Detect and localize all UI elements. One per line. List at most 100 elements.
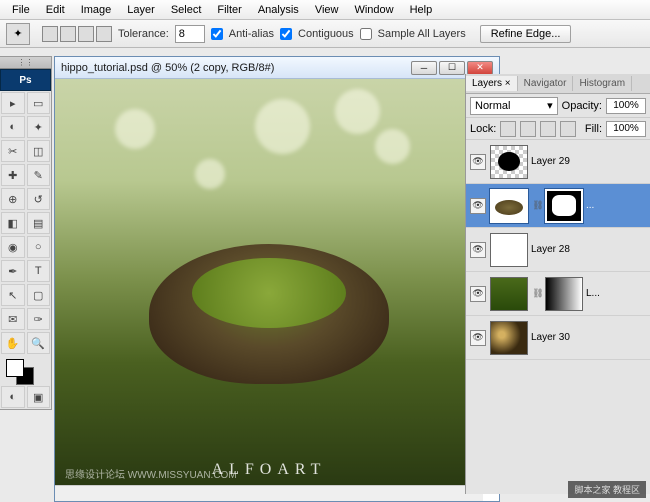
lock-row: Lock: Fill: 100% [466,118,650,140]
link-icon[interactable]: ⛓ [533,284,543,304]
slice-tool-icon[interactable]: ◫ [27,140,51,162]
lock-position-icon[interactable] [540,121,556,137]
layer-row[interactable]: 👁 Layer 30 [466,316,650,360]
fill-input[interactable]: 100% [606,121,646,137]
type-tool-icon[interactable]: T [27,260,51,282]
toolbox: ⋮⋮ Ps ▸ ▭ ◐ ✦ ✂ ◫ ✚ ✎ ⊕ ↺ ◧ ▤ ◉ ○ ✒ T ↖ … [0,56,52,410]
layer-thumbnail[interactable] [490,233,528,267]
tab-layers[interactable]: Layers × [466,76,518,91]
stamp-tool-icon[interactable]: ⊕ [1,188,25,210]
layer-thumbnail[interactable] [490,189,528,223]
layer-mask-thumbnail[interactable] [545,277,583,311]
toolbox-grip[interactable]: ⋮⋮ [0,57,51,69]
refine-edge-button[interactable]: Refine Edge... [480,25,572,43]
layer-name[interactable]: Layer 29 [531,156,646,167]
blend-mode-select[interactable]: Normal ▾ [470,97,558,115]
selection-subtract-icon[interactable] [78,26,94,42]
lasso-tool-icon[interactable]: ◐ [1,116,25,138]
layer-row[interactable]: 👁 ⛓ L... [466,272,650,316]
layer-row[interactable]: 👁 Layer 29 [466,140,650,184]
selection-intersect-icon[interactable] [96,26,112,42]
menu-layer[interactable]: Layer [119,2,163,18]
horizontal-scrollbar[interactable] [55,485,483,501]
visibility-toggle-icon[interactable]: 👁 [470,286,486,302]
path-tool-icon[interactable]: ↖ [1,284,25,306]
workspace: ⋮⋮ Ps ▸ ▭ ◐ ✦ ✂ ◫ ✚ ✎ ⊕ ↺ ◧ ▤ ◉ ○ ✒ T ↖ … [0,48,650,502]
crop-tool-icon[interactable]: ✂ [1,140,25,162]
visibility-toggle-icon[interactable]: 👁 [470,198,486,214]
menu-analysis[interactable]: Analysis [250,2,307,18]
menu-view[interactable]: View [307,2,347,18]
canvas[interactable]: 思缘设计论坛 WWW.MISSYUAN.COM ALFOART [55,79,483,485]
layer-thumbnail[interactable] [490,277,528,311]
chevron-down-icon: ▾ [547,99,553,112]
zoom-tool-icon[interactable]: 🔍 [27,332,51,354]
brush-tool-icon[interactable]: ✎ [27,164,51,186]
eraser-tool-icon[interactable]: ◧ [1,212,25,234]
layer-name[interactable]: Layer 28 [531,244,646,255]
maximize-button[interactable]: ☐ [439,61,465,75]
quickmask-icon[interactable]: ◐ [1,386,25,408]
screenmode-icon[interactable]: ▣ [27,386,51,408]
gradient-tool-icon[interactable]: ▤ [27,212,51,234]
minimize-button[interactable]: ─ [411,61,437,75]
selection-add-icon[interactable] [60,26,76,42]
selection-new-icon[interactable] [42,26,58,42]
visibility-toggle-icon[interactable]: 👁 [470,330,486,346]
eyedropper-tool-icon[interactable]: ✑ [27,308,51,330]
marquee-tool-icon[interactable]: ▭ [27,92,51,114]
link-icon[interactable]: ⛓ [533,196,543,216]
lock-all-icon[interactable] [560,121,576,137]
blur-tool-icon[interactable]: ◉ [1,236,25,258]
layer-name[interactable]: ... [586,200,646,211]
tab-histogram[interactable]: Histogram [573,76,632,91]
document-titlebar[interactable]: hippo_tutorial.psd @ 50% (2 copy, RGB/8#… [55,57,499,79]
sample-all-checkbox[interactable] [360,28,372,40]
close-button[interactable]: ✕ [467,61,493,75]
footer-badge: 脚本之家 教程区 [568,481,646,498]
blend-opacity-row: Normal ▾ Opacity: 100% [466,94,650,118]
hand-tool-icon[interactable]: ✋ [1,332,25,354]
menu-select[interactable]: Select [163,2,210,18]
menu-help[interactable]: Help [402,2,441,18]
pen-tool-icon[interactable]: ✒ [1,260,25,282]
layer-row[interactable]: 👁 Layer 28 [466,228,650,272]
layers-list[interactable]: 👁 Layer 29 👁 ⛓ ... 👁 Layer 28 👁 ⛓ [466,140,650,490]
layer-name[interactable]: Layer 30 [531,332,646,343]
menu-edit[interactable]: Edit [38,2,73,18]
menu-filter[interactable]: Filter [209,2,249,18]
layer-name[interactable]: L... [586,288,646,299]
foreground-color-swatch[interactable] [6,359,24,377]
heal-tool-icon[interactable]: ✚ [1,164,25,186]
history-brush-icon[interactable]: ↺ [27,188,51,210]
layer-thumbnail[interactable] [490,321,528,355]
visibility-toggle-icon[interactable]: 👁 [470,242,486,258]
notes-tool-icon[interactable]: ✉ [1,308,25,330]
layer-mask-thumbnail[interactable] [545,189,583,223]
opacity-input[interactable]: 100% [606,98,646,114]
antialias-label: Anti-alias [229,28,274,40]
menu-file[interactable]: File [4,2,38,18]
antialias-checkbox[interactable] [211,28,223,40]
selection-mode-group [42,26,112,42]
menu-image[interactable]: Image [73,2,120,18]
document-window: hippo_tutorial.psd @ 50% (2 copy, RGB/8#… [54,56,500,502]
lock-transparency-icon[interactable] [500,121,516,137]
magic-wand-icon[interactable]: ✦ [6,23,30,45]
contiguous-checkbox[interactable] [280,28,292,40]
lock-pixels-icon[interactable] [520,121,536,137]
color-swatches[interactable] [0,355,51,385]
fill-label: Fill: [585,123,602,135]
menu-window[interactable]: Window [346,2,401,18]
tolerance-input[interactable] [175,25,205,43]
move-tool-icon[interactable]: ▸ [1,92,25,114]
document-title: hippo_tutorial.psd @ 50% (2 copy, RGB/8#… [61,62,274,74]
layer-row[interactable]: 👁 ⛓ ... [466,184,650,228]
panels-dock: Layers × Navigator Histogram Normal ▾ Op… [465,74,650,494]
wand-tool-icon[interactable]: ✦ [27,116,51,138]
shape-tool-icon[interactable]: ▢ [27,284,51,306]
layer-thumbnail[interactable] [490,145,528,179]
dodge-tool-icon[interactable]: ○ [27,236,51,258]
tab-navigator[interactable]: Navigator [518,76,574,91]
visibility-toggle-icon[interactable]: 👁 [470,154,486,170]
